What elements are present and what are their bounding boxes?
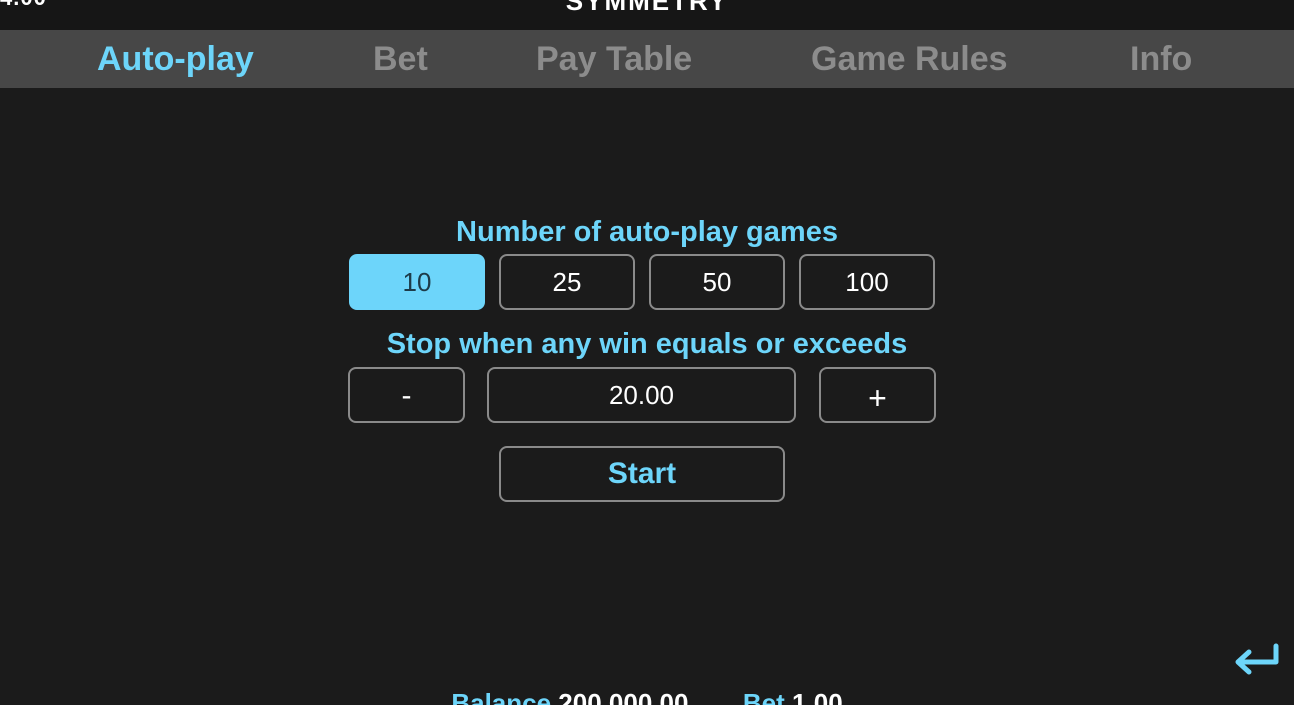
- games-option-label: 100: [845, 267, 889, 297]
- game-title: SYMMETRY: [565, 0, 729, 16]
- tab-bar: Auto-play Bet Pay Table Game Rules Info: [0, 30, 1294, 88]
- increase-label: +: [868, 380, 887, 416]
- status-footer: Balance 200,000.00 Bet 1.00: [0, 688, 1294, 705]
- increase-button[interactable]: +: [819, 367, 936, 423]
- games-option-10[interactable]: 10: [349, 254, 485, 310]
- tab-info[interactable]: Info: [1130, 30, 1192, 88]
- stop-win-value-field[interactable]: 20.00: [487, 367, 796, 423]
- tab-auto-play[interactable]: Auto-play: [97, 30, 254, 88]
- games-option-label: 50: [702, 267, 732, 297]
- tab-bet[interactable]: Bet: [373, 30, 428, 88]
- bet-value: 1.00: [792, 688, 843, 705]
- games-count-label: Number of auto-play games: [456, 216, 838, 248]
- games-option-25[interactable]: 25: [499, 254, 635, 310]
- tab-pay-table[interactable]: Pay Table: [536, 30, 692, 88]
- games-option-label: 25: [552, 267, 582, 297]
- bet-label: Bet: [742, 688, 785, 705]
- games-option-100[interactable]: 100: [799, 254, 935, 310]
- stop-win-label: Stop when any win equals or exceeds: [386, 328, 908, 360]
- balance-value: 200,000.00: [558, 688, 689, 705]
- start-button[interactable]: Start: [499, 446, 785, 502]
- top-strip: 4.00 SYMMETRY: [0, 0, 1294, 30]
- games-option-label: 10: [402, 267, 432, 297]
- tab-game-rules[interactable]: Game Rules: [811, 30, 1008, 88]
- autoplay-screen: 4.00 SYMMETRY Auto-play Bet Pay Table Ga…: [0, 0, 1294, 705]
- decrease-label: -: [401, 379, 412, 412]
- stop-win-value: 20.00: [608, 380, 675, 410]
- decrease-button[interactable]: -: [348, 367, 465, 423]
- start-label: Start: [607, 457, 677, 490]
- balance-label: Balance: [451, 688, 552, 705]
- return-arrow-icon[interactable]: [1232, 640, 1282, 678]
- games-option-50[interactable]: 50: [649, 254, 785, 310]
